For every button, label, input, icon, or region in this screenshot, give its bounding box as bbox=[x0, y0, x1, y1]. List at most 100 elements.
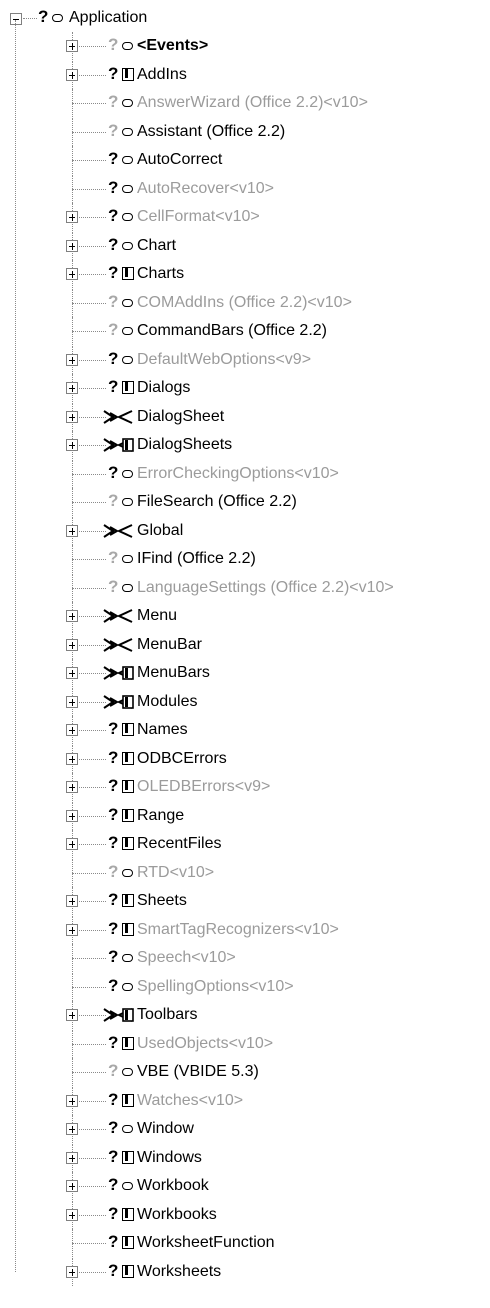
tree-item[interactable]: ? SmartTagRecognizers<v10> bbox=[0, 915, 490, 944]
tree-item[interactable]: ? ODBCErrors bbox=[0, 744, 490, 773]
object-icon bbox=[122, 241, 133, 250]
expand-toggle[interactable] bbox=[66, 239, 78, 252]
tree-item[interactable]: ? VBE (VBIDE 5.3) bbox=[0, 1058, 490, 1086]
tree-item[interactable]: Toolbars bbox=[0, 1001, 490, 1029]
tree-item[interactable]: ? Window bbox=[0, 1115, 490, 1143]
expand-toggle[interactable] bbox=[66, 752, 78, 765]
expand-toggle[interactable] bbox=[66, 410, 78, 423]
expand-toggle[interactable] bbox=[66, 524, 78, 537]
tree-item-label: RTD<v10> bbox=[137, 863, 215, 881]
tree-item[interactable]: ? CellFormat<v10> bbox=[0, 203, 490, 231]
expand-toggle[interactable] bbox=[66, 268, 78, 280]
tree-item[interactable]: ? SpellingOptions<v10> bbox=[0, 972, 490, 1001]
collection-icon bbox=[122, 808, 134, 822]
expand-toggle[interactable] bbox=[66, 1123, 78, 1135]
tree-item[interactable]: Modules bbox=[0, 687, 490, 716]
tree-item[interactable]: ? Workbooks bbox=[0, 1200, 490, 1229]
expand-toggle[interactable] bbox=[66, 439, 78, 451]
question-marker-icon: ? bbox=[108, 1118, 119, 1137]
tree-item[interactable]: ? WorksheetFunction bbox=[0, 1229, 490, 1257]
object-icon bbox=[122, 156, 133, 164]
tree-item[interactable]: MenuBars bbox=[0, 659, 490, 687]
expand-toggle[interactable] bbox=[66, 1265, 78, 1278]
tree-item[interactable]: ? RecentFiles bbox=[0, 830, 490, 858]
tree-item[interactable]: ? LanguageSettings (Office 2.2)<v10> bbox=[0, 573, 490, 602]
expand-toggle[interactable] bbox=[66, 211, 78, 223]
tree-item[interactable]: ? OLEDBErrors<v9> bbox=[0, 773, 490, 801]
question-marker-icon: ? bbox=[108, 491, 119, 510]
question-marker-icon: ? bbox=[108, 804, 119, 824]
question-marker-icon: ? bbox=[38, 7, 49, 26]
tree-item-label: ODBCErrors bbox=[137, 749, 227, 767]
tree-item[interactable]: ? RTD<v10> bbox=[0, 858, 490, 887]
expand-toggle[interactable] bbox=[66, 1208, 78, 1221]
tree-item[interactable]: ? Names bbox=[0, 716, 490, 744]
tree-item-label: DialogSheet bbox=[137, 407, 225, 425]
tree-root[interactable]: ? Application bbox=[0, 4, 490, 32]
tree-item[interactable]: ? IFind (Office 2.2) bbox=[0, 545, 490, 573]
expand-toggle[interactable] bbox=[66, 1180, 78, 1192]
tree-item[interactable]: ? Dialogs bbox=[0, 374, 490, 402]
tree-item-label: RecentFiles bbox=[137, 835, 222, 852]
tree-item[interactable]: ? FileSearch (Office 2.2) bbox=[0, 488, 490, 516]
tree-item[interactable]: ? <Events> bbox=[0, 32, 490, 60]
tree-item[interactable]: ? DefaultWebOptions<v9> bbox=[0, 345, 490, 374]
question-marker-icon: ? bbox=[108, 320, 119, 339]
expand-toggle[interactable] bbox=[66, 353, 78, 366]
tree-item[interactable]: ? AutoCorrect bbox=[0, 146, 490, 174]
tree-item[interactable]: ? Worksheets bbox=[0, 1257, 490, 1286]
tree-item[interactable]: ? Sheets bbox=[0, 887, 490, 915]
object-icon bbox=[122, 1125, 133, 1133]
expand-toggle[interactable] bbox=[66, 1094, 78, 1107]
collection-icon bbox=[122, 894, 134, 907]
expand-toggle[interactable] bbox=[66, 838, 78, 850]
tree-item-label: Names bbox=[137, 721, 188, 738]
tree-item[interactable]: ? AutoRecover<v10> bbox=[0, 174, 490, 203]
tree-item[interactable]: ? AnswerWizard (Office 2.2)<v10> bbox=[0, 89, 490, 117]
expand-toggle[interactable] bbox=[66, 695, 78, 708]
tree-item[interactable]: DialogSheet bbox=[0, 402, 490, 431]
tree-item[interactable]: ? Charts bbox=[0, 260, 490, 288]
tree-item[interactable]: ? Workbook bbox=[0, 1172, 490, 1200]
tree-item[interactable]: DialogSheets bbox=[0, 431, 490, 459]
collapse-toggle[interactable] bbox=[10, 13, 22, 25]
tree-item[interactable]: ? Speech<v10> bbox=[0, 944, 490, 972]
object-model-tree: ? Application ? <Events>? AddIns? AnswerWiz… bbox=[0, 0, 490, 1308]
tree-item[interactable]: ? CommandBars (Office 2.2) bbox=[0, 317, 490, 345]
expand-toggle[interactable] bbox=[66, 1009, 78, 1021]
tree-item[interactable]: ? Windows bbox=[0, 1143, 490, 1172]
expand-toggle[interactable] bbox=[66, 895, 78, 907]
expand-toggle[interactable] bbox=[66, 781, 78, 793]
expand-toggle[interactable] bbox=[66, 923, 78, 936]
root-label: Application bbox=[69, 9, 148, 26]
tree-item[interactable]: ? Assistant (Office 2.2) bbox=[0, 117, 490, 146]
tree-item[interactable]: ? UsedObjects<v10> bbox=[0, 1029, 490, 1058]
tree-item[interactable]: ? Chart bbox=[0, 231, 490, 260]
tree-item[interactable]: ? COMAddIns (Office 2.2)<v10> bbox=[0, 288, 490, 317]
question-marker-icon: ? bbox=[108, 206, 119, 225]
tree-item[interactable]: Menu bbox=[0, 602, 490, 630]
expand-toggle[interactable] bbox=[66, 382, 78, 394]
object-icon bbox=[52, 14, 63, 22]
expand-toggle[interactable] bbox=[66, 68, 78, 81]
tree-item[interactable]: Global bbox=[0, 516, 490, 545]
expand-toggle[interactable] bbox=[66, 40, 78, 52]
expand-toggle[interactable] bbox=[66, 638, 78, 651]
connector-line bbox=[72, 302, 106, 304]
tree-item[interactable]: MenuBar bbox=[0, 630, 490, 659]
question-marker-icon: ? bbox=[108, 747, 119, 767]
expand-toggle[interactable] bbox=[66, 610, 78, 622]
expand-toggle[interactable] bbox=[66, 724, 78, 736]
tree-item[interactable]: ? AddIns bbox=[0, 60, 490, 89]
connector-line bbox=[23, 18, 37, 19]
tree-item-label: COMAddIns (Office 2.2)<v10> bbox=[137, 293, 352, 311]
collection-icon bbox=[122, 723, 134, 736]
tree-item[interactable]: ? Range bbox=[0, 801, 490, 830]
expand-toggle[interactable] bbox=[66, 667, 78, 679]
expand-toggle[interactable] bbox=[66, 809, 78, 822]
expand-toggle[interactable] bbox=[66, 1151, 78, 1164]
collection-icon bbox=[122, 1207, 134, 1221]
tree-item[interactable]: ? ErrorCheckingOptions<v10> bbox=[0, 459, 490, 488]
tree-item[interactable]: ? Watches<v10> bbox=[0, 1086, 490, 1115]
question-marker-icon: ? bbox=[108, 947, 119, 966]
